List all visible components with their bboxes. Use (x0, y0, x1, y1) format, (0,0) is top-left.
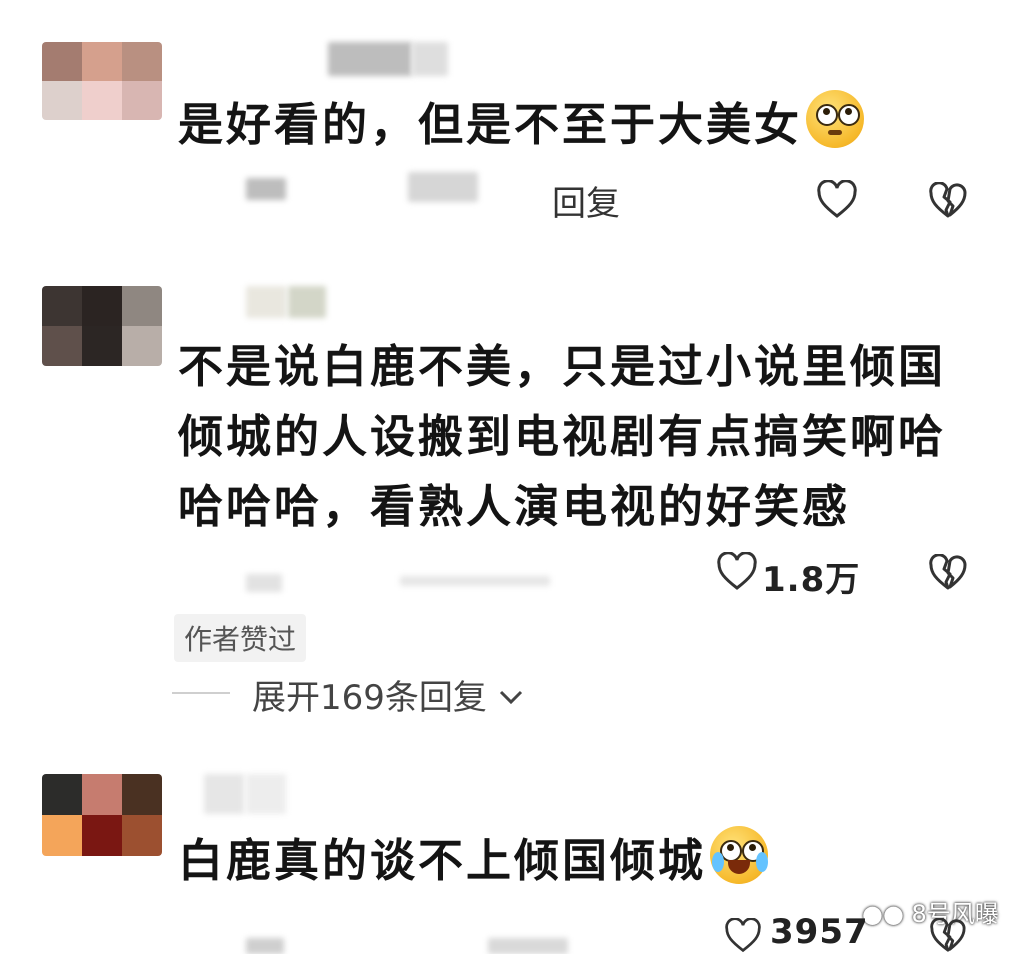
comment-text: 不是说白鹿不美，只是过小说里倾国 倾城的人设搬到电视剧有点搞笑啊哈 哈哈哈，看熟… (178, 332, 946, 542)
avatar-pixel (122, 815, 162, 856)
heart-icon[interactable] (722, 918, 764, 954)
like-count: 1.8万 (762, 560, 861, 600)
username-obscured[interactable] (204, 774, 244, 814)
username-obscured (288, 286, 326, 318)
heart-icon[interactable] (816, 180, 858, 220)
timestamp-obscured (246, 574, 282, 592)
comment-line: 不是说白鹿不美，只是过小说里倾国 (178, 340, 947, 393)
avatar-pixel (122, 81, 162, 120)
comment-text: 白鹿真的谈不上倾国倾城 (178, 826, 769, 896)
avatar[interactable] (42, 774, 162, 856)
comment-text: 是好看的，但是不至于大美女 (178, 90, 865, 160)
avatar-pixel (42, 326, 82, 366)
avatar-pixel (42, 286, 82, 326)
avatar[interactable] (42, 42, 162, 120)
username-obscured[interactable] (328, 42, 412, 76)
avatar-pixel (122, 42, 162, 81)
author-liked-badge: 作者赞过 (174, 614, 307, 662)
comment-text-content: 白鹿真的谈不上倾国倾城 (178, 834, 707, 887)
avatar-pixel (82, 326, 122, 366)
avatar[interactable] (42, 286, 162, 366)
avatar-pixel (122, 286, 162, 326)
dislike-icon[interactable] (928, 554, 968, 592)
chevron-down-icon (499, 690, 522, 705)
reply-button[interactable]: 回复 (552, 176, 620, 225)
avatar-pixel (42, 815, 82, 856)
location-obscured (488, 938, 568, 954)
crying-face-icon (710, 826, 769, 884)
dislike-icon[interactable] (928, 918, 968, 954)
location-obscured (400, 576, 550, 586)
username-obscured (246, 774, 286, 814)
reply-label: 回复 (552, 184, 620, 224)
avatar-pixel (82, 81, 122, 120)
avatar-pixel (82, 42, 122, 81)
avatar-pixel (42, 774, 82, 815)
timestamp-obscured (246, 938, 284, 954)
comment-line: 倾城的人设搬到电视剧有点搞笑啊哈 (178, 410, 947, 463)
avatar-pixel (82, 286, 122, 326)
username-obscured (412, 42, 448, 76)
avatar-pixel (82, 774, 122, 815)
divider (172, 692, 230, 694)
username-obscured[interactable] (246, 286, 286, 318)
comment-text-content: 是好看的，但是不至于大美女 (178, 98, 803, 151)
avatar-pixel (82, 815, 122, 856)
heart-icon[interactable] (716, 552, 758, 592)
flushed-face-icon (806, 90, 865, 148)
avatar-pixel (122, 774, 162, 815)
avatar-pixel (42, 81, 82, 120)
expand-replies-label: 展开169条回复 (252, 678, 487, 718)
comment-line: 哈哈哈，看熟人演电视的好笑感 (178, 480, 851, 533)
dislike-icon[interactable] (928, 182, 968, 220)
avatar-pixel (42, 42, 82, 81)
expand-replies-button[interactable]: 展开169条回复 (252, 670, 524, 719)
timestamp-obscured (246, 178, 286, 200)
location-obscured (408, 172, 478, 202)
like-count: 3957 (770, 912, 869, 952)
avatar-pixel (122, 326, 162, 366)
